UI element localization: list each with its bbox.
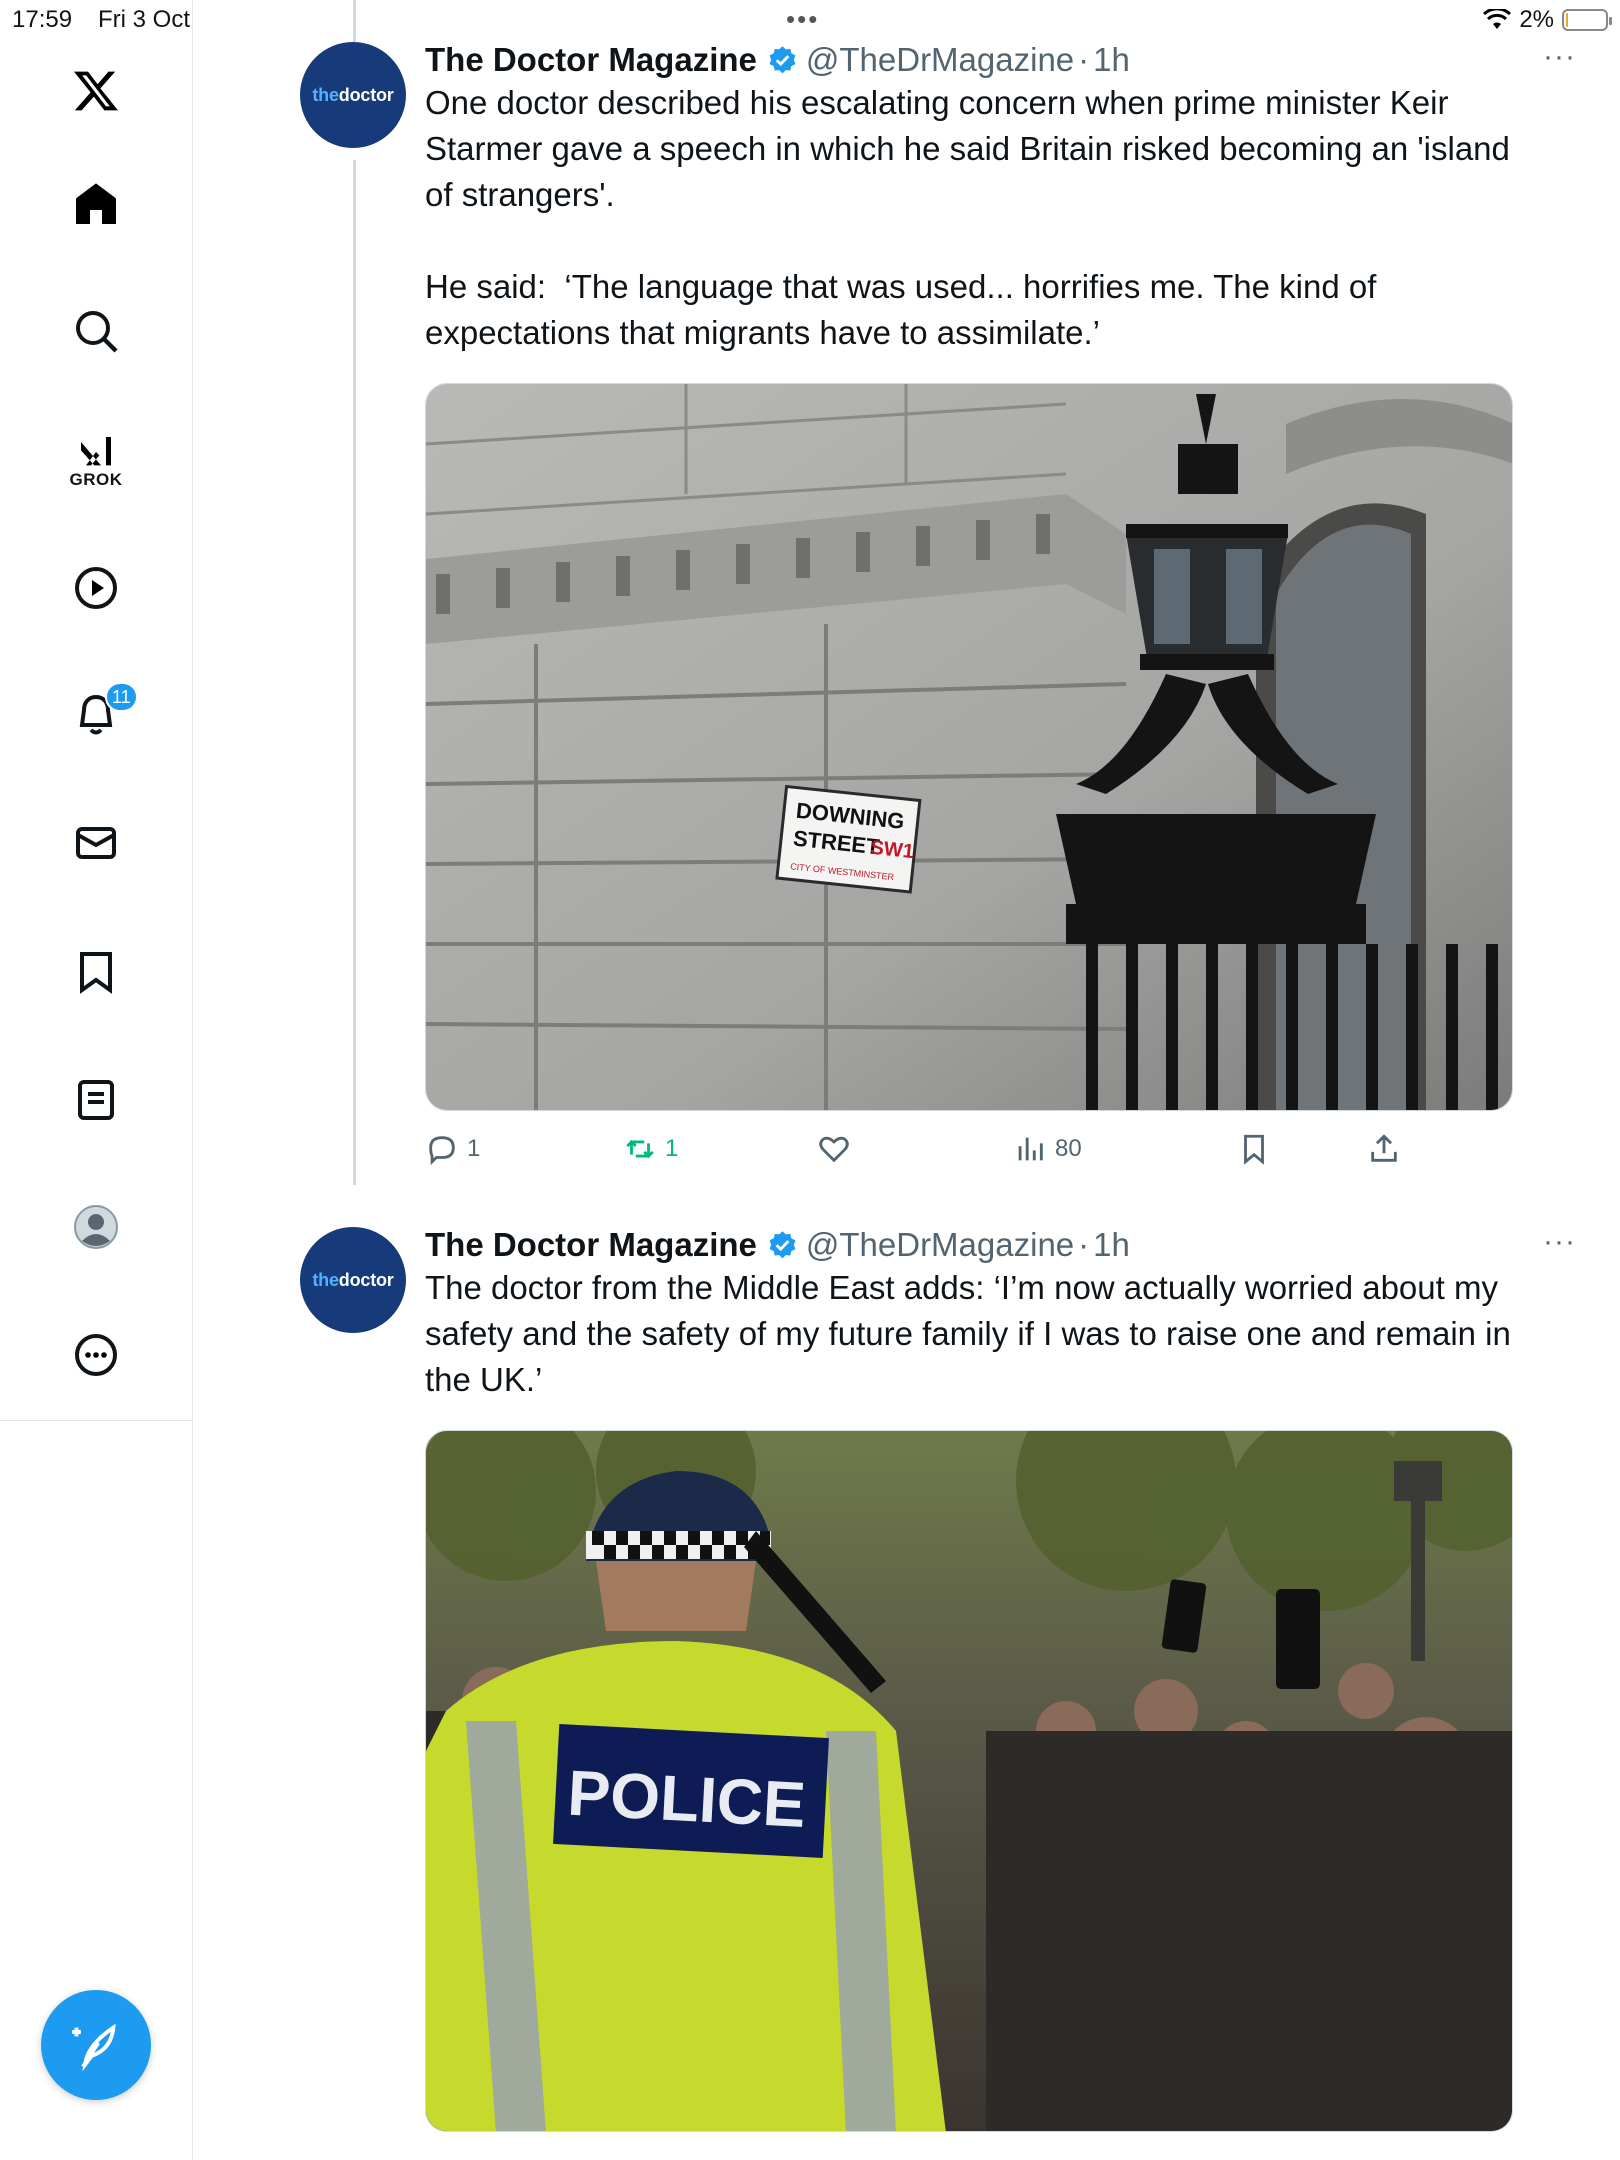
nav-notifications[interactable]: 11 [55,674,138,756]
svg-text:POLICE: POLICE [566,1757,808,1841]
separator: · [1078,1226,1090,1263]
timestamp[interactable]: 1h [1093,41,1130,79]
street-sign: DOWNING STREET SW1 CITY OF WESTMINSTER [775,784,922,894]
status-right: 2% [1483,6,1612,34]
notification-badge: 11 [105,682,138,712]
x-logo-icon[interactable] [55,50,137,132]
avatar-text-doctor: doctor [338,1269,394,1290]
avatar-text-the: the [312,1269,339,1290]
verified-badge-icon [769,45,796,73]
nav-profile[interactable] [55,1186,137,1268]
tweet[interactable]: the doctor The Doctor Magazine @TheDrMaga… [193,40,1620,1190]
svg-text:SW1: SW1 [870,837,915,863]
sidebar: GROK 11 [0,0,193,2160]
handle[interactable]: @TheDrMagazine [806,41,1074,79]
play-icon [75,567,117,609]
views-icon [1018,1137,1043,1161]
police-photo: POLICE [426,1431,1512,2131]
sidebar-divider [0,1420,193,1421]
battery-icon [1562,9,1612,31]
tweet-image-downing-street[interactable]: DOWNING STREET SW1 CITY OF WESTMINSTER [425,383,1513,1111]
tweet-header: The Doctor Magazine @TheDrMagazine · 1h … [425,1225,1580,1265]
nav-more[interactable] [55,1314,137,1396]
like-button[interactable] [817,1132,859,1166]
views-button[interactable]: 80 [1013,1132,1082,1166]
reply-count: 1 [467,1135,481,1162]
home-icon [76,183,116,224]
share-button[interactable] [1367,1132,1401,1166]
nav-videos[interactable] [55,547,137,629]
more-options-icon[interactable]: ··· [1543,1225,1576,1259]
nav-home[interactable] [55,163,137,245]
mail-icon [76,827,116,859]
repost-count: 1 [665,1135,679,1162]
avatar[interactable]: the doctor [300,1227,406,1333]
profile-icon [74,1205,118,1249]
share-icon [1371,1134,1397,1162]
search-icon [76,311,118,353]
more-options-icon[interactable]: ··· [1543,40,1576,74]
nav-explore[interactable] [55,290,137,372]
avatar-text-doctor: doctor [338,84,394,105]
x-logo-icon [74,71,118,111]
downing-street-photo: DOWNING STREET SW1 CITY OF WESTMINSTER [426,384,1512,1110]
bookmark-button[interactable] [1237,1132,1271,1166]
battery-percent: 2% [1519,6,1554,33]
reply-button[interactable]: 1 [425,1132,480,1166]
bookmark-icon [1244,1134,1264,1165]
views-count: 80 [1055,1135,1082,1162]
tweet-text: One doctor described his escalating conc… [425,84,1510,351]
separator: · [1078,41,1090,78]
grok-label: GROK [69,470,123,489]
wifi-icon [1483,9,1512,29]
multitasking-dots-icon[interactable]: ••• [786,4,819,35]
nav-grok[interactable]: GROK [55,420,137,502]
more-icon [75,1334,117,1376]
battery-fill [1566,13,1568,27]
nav-bookmarks[interactable] [55,931,137,1013]
compose-button[interactable] [41,1990,151,2100]
display-name[interactable]: The Doctor Magazine [425,41,757,79]
tweet-actions-partial [232,2152,1232,2160]
thread-line-top [353,0,356,42]
list-icon [78,1080,114,1120]
verified-badge-icon [769,1230,796,1258]
tweet-actions: 1 1 80 [425,1132,1425,1172]
tweet-header: The Doctor Magazine @TheDrMagazine · 1h … [425,40,1580,80]
heart-icon [819,1136,849,1163]
tweet[interactable]: the doctor The Doctor Magazine @TheDrMaga… [193,1225,1620,2160]
reply-icon [429,1136,455,1166]
nav-lists[interactable] [55,1059,137,1141]
avatar-text-the: the [312,84,339,105]
timestamp[interactable]: 1h [1093,1226,1130,1264]
tweet-image-police[interactable]: POLICE [425,1430,1513,2132]
compose-icon [72,2023,116,2071]
avatar[interactable]: the doctor [300,42,406,148]
nav-messages[interactable] [55,802,137,884]
repost-icon [626,1139,654,1159]
grok-icon [81,437,111,466]
bookmark-icon [80,952,112,994]
display-name[interactable]: The Doctor Magazine [425,1226,757,1264]
status-bar: 17:59 Fri 3 Oct ••• 2% [0,0,1620,40]
repost-button[interactable]: 1 [623,1132,678,1166]
handle[interactable]: @TheDrMagazine [806,1226,1074,1264]
tweet-text: The doctor from the Middle East adds: ‘I… [425,1269,1521,1398]
